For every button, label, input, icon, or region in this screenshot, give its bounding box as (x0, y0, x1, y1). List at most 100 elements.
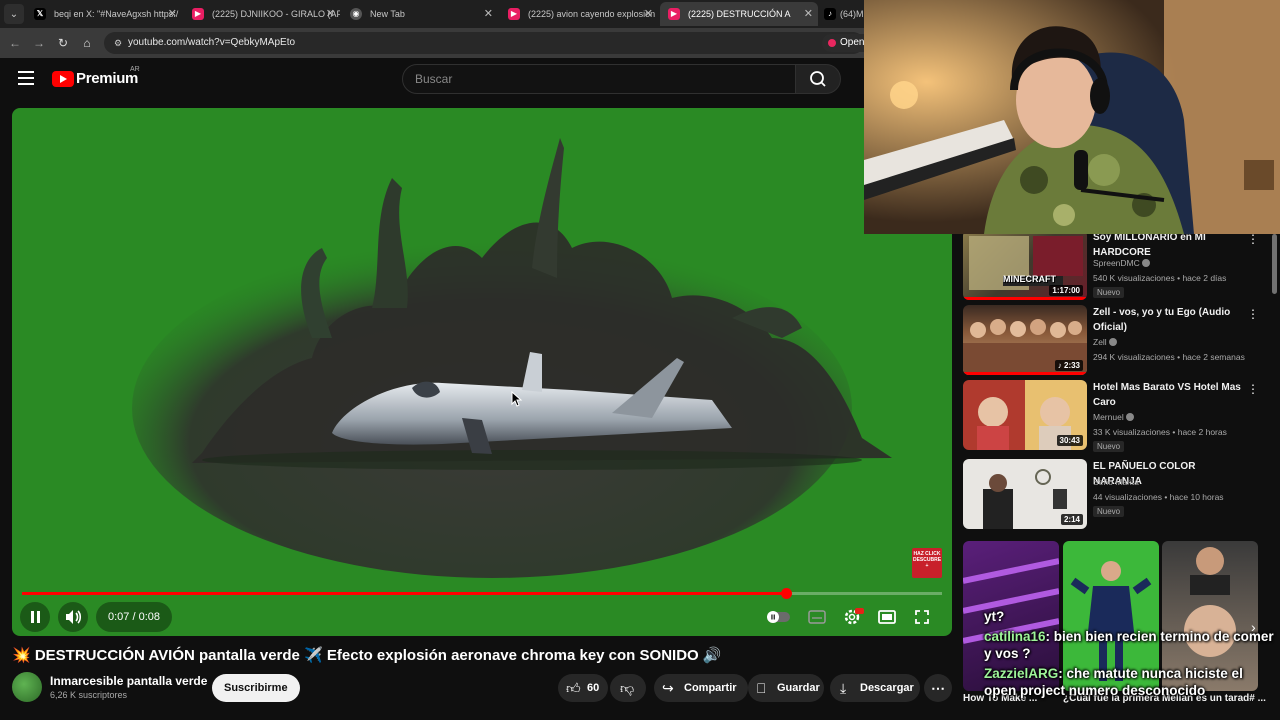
logo-text: Premium (76, 70, 139, 87)
url-text: youtube.com/watch?v=QebkyMApEto (128, 37, 296, 48)
progress-bar[interactable] (22, 588, 942, 599)
search-input[interactable] (403, 65, 795, 93)
streamer-webcam-image (864, 0, 1280, 234)
browser-tab[interactable]: ▶ (2225) avion cayendo explosion ✕ (500, 2, 658, 26)
youtube-icon: ▶ (668, 8, 680, 20)
thumbnail-text: MINECRAFT (1003, 274, 1056, 284)
close-icon[interactable]: ✕ (326, 2, 335, 26)
close-icon[interactable]: ✕ (804, 2, 813, 26)
channel-name[interactable]: Inmarcesible pantalla verde (50, 674, 207, 688)
address-bar[interactable]: ⚙ youtube.com/watch?v=QebkyMApEto (104, 32, 864, 54)
progress-fill (22, 592, 786, 595)
tab-label: (2225) DESTRUCCIÓN A (688, 9, 791, 19)
browser-tab[interactable]: 𝕏 beqi en X: "#NaveAgxsh https:/ ✕ (26, 2, 182, 26)
thumbs-down-icon: 👎︎ (620, 680, 635, 696)
menu-icon[interactable] (18, 71, 34, 85)
theater-mode-button[interactable] (872, 602, 902, 632)
channel-label: SpreenDMC (1093, 258, 1140, 268)
recommendation-title[interactable]: Hotel Mas Barato VS Hotel Mas Caro (1093, 380, 1243, 410)
recommendation-meta: 44 visualizaciones • hace 10 horas (1093, 492, 1224, 502)
browser-tab[interactable]: ▶ (2225) DJNIIKOO - GIRALO (AFI ✕ (184, 2, 340, 26)
subscribe-button[interactable]: Suscribirme (212, 674, 300, 702)
click-discover-badge[interactable]: HAZ CLICK DESCUBRE + (912, 548, 942, 578)
verified-icon (1125, 413, 1134, 421)
chat-message: catilina16: bien bien recien termino de … (984, 628, 1274, 662)
recommendation-item[interactable]: 30:43 Hotel Mas Barato VS Hotel Mas Caro… (963, 380, 1263, 452)
chat-message: yt? (984, 608, 1274, 625)
chat-text: yt? (984, 609, 1005, 624)
time-display: 0:07 / 0:08 (96, 602, 172, 632)
subtitles-button[interactable] (802, 602, 832, 632)
recommendation-channel[interactable]: Seño Marita (1093, 477, 1139, 487)
browser-tab-active[interactable]: ▶ (2225) DESTRUCCIÓN A ✕ (660, 2, 818, 26)
fullscreen-icon (915, 610, 929, 624)
subscriber-count: 6,26 K suscriptores (50, 690, 128, 700)
more-actions-button[interactable]: ⋯ (924, 674, 952, 702)
youtube-play-icon (52, 71, 74, 87)
recommendation-channel[interactable]: Mernuel (1093, 412, 1134, 422)
verified-icon (1108, 338, 1117, 346)
share-button[interactable]: ↪ Compartir (654, 674, 748, 702)
autoplay-toggle[interactable] (762, 602, 792, 632)
duration: 1:17:00 (1049, 285, 1083, 296)
thumbs-up-icon: 👍︎ (566, 680, 581, 696)
settings-button[interactable] (837, 602, 867, 632)
volume-icon (66, 610, 82, 624)
volume-button[interactable] (58, 602, 88, 632)
video-thumbnail[interactable]: 2:14 (963, 459, 1087, 529)
save-button[interactable]: ⎕ Guardar (748, 674, 824, 702)
youtube-icon: ▶ (192, 8, 204, 20)
stream-chat-overlay: yt? catilina16: bien bien recien termino… (984, 608, 1274, 702)
recommendation-meta: 33 K visualizaciones • hace 2 horas (1093, 427, 1227, 437)
close-icon[interactable]: ✕ (644, 2, 653, 26)
video-frame-explosion (132, 138, 892, 578)
tab-label: beqi en X: "#NaveAgxsh https:/ (54, 9, 179, 19)
pause-button[interactable] (20, 602, 50, 632)
recommendation-channel[interactable]: SpreenDMC (1093, 258, 1150, 268)
download-button[interactable]: ⤓ Descargar (830, 674, 920, 702)
video-title: 💥 DESTRUCCIÓN AVIÓN pantalla verde ✈️ Ef… (12, 647, 722, 664)
recommendation-item[interactable]: ♪ 2:33 Zell - vos, yo y tu Ego (Audio Of… (963, 305, 1263, 377)
video-thumbnail[interactable]: MINECRAFT 1:17:00 (963, 230, 1087, 300)
chrome-icon: ◉ (350, 8, 362, 20)
close-icon[interactable]: ✕ (168, 2, 177, 26)
video-thumbnail[interactable]: 30:43 (963, 380, 1087, 450)
search-button[interactable] (795, 64, 841, 94)
channel-label: Mernuel (1093, 412, 1124, 422)
tab-label: (2225) DJNIIKOO - GIRALO (AFI (212, 9, 340, 19)
screen: ⌄ 𝕏 beqi en X: "#NaveAgxsh https:/ ✕ ▶ (… (0, 0, 1280, 720)
tab-label: New Tab (370, 9, 405, 19)
search-icon (810, 71, 826, 87)
x-logo-icon: 𝕏 (34, 8, 46, 20)
progress-scrubber[interactable] (780, 588, 792, 599)
forward-arrow-icon[interactable]: → (30, 34, 48, 52)
search-box (402, 64, 796, 94)
channel-label: Zell (1093, 337, 1107, 347)
fullscreen-button[interactable] (907, 602, 937, 632)
watched-progress (963, 297, 1087, 300)
close-icon[interactable]: ✕ (484, 2, 493, 26)
back-arrow-icon[interactable]: ← (6, 34, 24, 52)
home-icon[interactable]: ⌂ (78, 34, 96, 52)
more-vertical-icon[interactable]: ⋮ (1247, 232, 1259, 246)
recommendation-item[interactable]: MINECRAFT 1:17:00 Soy MILLONARIO en MI H… (963, 230, 1263, 302)
dislike-button[interactable]: 👎︎ (610, 674, 646, 702)
video-player[interactable]: HAZ CLICK DESCUBRE + 0:07 / 0:08 (12, 108, 952, 636)
recommendation-title[interactable]: Soy MILLONARIO en MI HARDCORE (1093, 230, 1243, 260)
browser-tab[interactable]: ◉ New Tab ✕ (342, 2, 498, 26)
recommendation-title[interactable]: Zell - vos, yo y tu Ego (Audio Oficial) (1093, 305, 1243, 335)
video-thumbnail[interactable]: ♪ 2:33 (963, 305, 1087, 375)
more-vertical-icon[interactable]: ⋮ (1247, 307, 1259, 321)
save-label: Guardar (777, 682, 820, 694)
channel-avatar[interactable] (12, 672, 42, 702)
reload-icon[interactable]: ↻ (54, 34, 72, 52)
site-info-icon[interactable]: ⚙ (112, 37, 124, 49)
tab-search-chevron-icon[interactable]: ⌄ (4, 4, 24, 24)
recommendation-meta: 294 K visualizaciones • hace 2 semanas (1093, 352, 1245, 362)
recommendation-item[interactable]: 2:14 EL PAÑUELO COLOR NARANJA Seño Marit… (963, 459, 1263, 531)
more-vertical-icon[interactable]: ⋮ (1247, 382, 1259, 396)
sidebar-scrollbar[interactable] (1272, 234, 1277, 294)
recommendation-channel[interactable]: Zell (1093, 337, 1117, 347)
share-icon: ↪ (662, 680, 674, 696)
like-button[interactable]: 👍︎ 60 (558, 674, 608, 702)
